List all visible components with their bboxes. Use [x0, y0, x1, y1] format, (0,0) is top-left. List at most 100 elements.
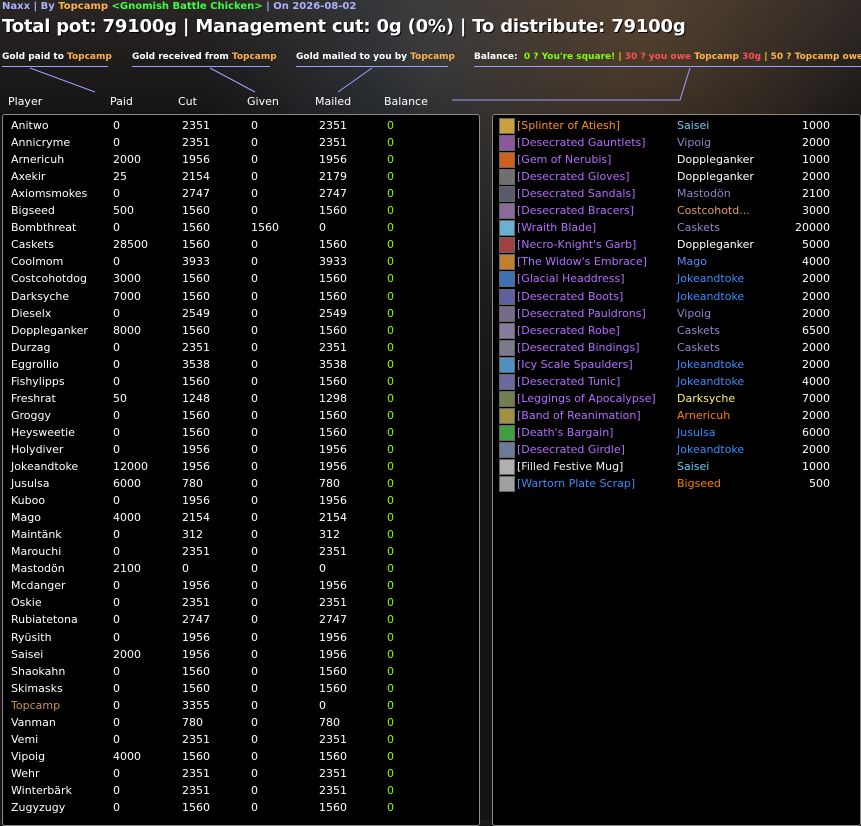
item-link[interactable]: [Desecrated Robe]	[517, 322, 620, 339]
item-link[interactable]: [Wartorn Plate Scrap]	[517, 475, 635, 492]
player-table[interactable]: Anitwo 0 2351 0 2351 0 Annicryme 0 2351 0 2351 0 Arn…	[2, 114, 480, 826]
player-row[interactable]: Coolmom 0 3933 0 3933 0	[3, 253, 473, 270]
player-row[interactable]: Heysweetie 0 1560 0 1560 0	[3, 424, 473, 441]
item-link[interactable]: [Splinter of Atiesh]	[517, 117, 620, 134]
player-row[interactable]: Rubiatetona 0 2747 0 2747 0	[3, 611, 473, 628]
player-cut: 2154	[182, 170, 210, 184]
player-row[interactable]: Mcdanger 0 1956 0 1956 0	[3, 577, 473, 594]
item-winner: Caskets	[677, 323, 720, 337]
item-link[interactable]: [Desecrated Pauldrons]	[517, 305, 646, 322]
item-link[interactable]: [Desecrated Bracers]	[517, 202, 634, 219]
player-row[interactable]: Fishylipps 0 1560 0 1560 0	[3, 373, 473, 390]
loot-row[interactable]: [Desecrated Bindings] Caskets 2000	[493, 339, 858, 356]
player-row[interactable]: Maintänk 0 312 0 312 0	[3, 526, 473, 543]
player-row[interactable]: Ryüsith 0 1956 0 1956 0	[3, 629, 473, 646]
loot-row[interactable]: [Gem of Nerubis] Doppleganker 1000	[493, 151, 858, 169]
player-cut: 2549	[182, 306, 210, 320]
loot-row[interactable]: [Leggings of Apocalypse] Darksyche 7000	[493, 390, 858, 407]
player-mailed: 2351	[319, 545, 347, 559]
loot-table[interactable]: [Splinter of Atiesh] Saisei 1000 [Desecrate…	[492, 114, 861, 826]
player-row[interactable]: Saisei 2000 1956 0 1956 0	[3, 646, 473, 663]
loot-row[interactable]: [Filled Festive Mug] Saisei 1000	[493, 458, 858, 475]
player-balance: 0	[387, 374, 394, 388]
item-price: 4000	[802, 374, 830, 388]
item-link[interactable]: [Icy Scale Spaulders]	[517, 356, 633, 373]
player-row[interactable]: Mastodön 2100 0 0 0 0	[3, 560, 473, 577]
item-link[interactable]: [Desecrated Gloves]	[517, 168, 630, 185]
loot-row[interactable]: [Wraith Blade] Caskets 20000	[493, 219, 858, 237]
item-link[interactable]: [Desecrated Boots]	[517, 288, 623, 305]
loot-row[interactable]: [Wartorn Plate Scrap] Bigseed 500	[493, 475, 858, 493]
player-row[interactable]: Jusulsa 6000 780 0 780 0	[3, 475, 473, 492]
item-link[interactable]: [Desecrated Gauntlets]	[517, 134, 646, 151]
col-balance: Balance	[384, 95, 428, 108]
item-link[interactable]: [Wraith Blade]	[517, 219, 596, 236]
player-row[interactable]: Costcohotdog 3000 1560 0 1560 0	[3, 270, 473, 287]
loot-row[interactable]: [Desecrated Pauldrons] Vipoig 2000	[493, 305, 858, 322]
player-row[interactable]: Skimasks 0 1560 0 1560 0	[3, 680, 473, 697]
player-given: 0	[251, 204, 258, 218]
player-row[interactable]: Vemi 0 2351 0 2351 0	[3, 731, 473, 748]
player-row[interactable]: Darksyche 7000 1560 0 1560 0	[3, 288, 473, 305]
item-link[interactable]: [Necro-Knight's Garb]	[517, 236, 636, 253]
player-row[interactable]: Caskets 28500 1560 0 1560 0	[3, 236, 473, 253]
loot-row[interactable]: [Desecrated Gloves] Doppleganker 2000	[493, 168, 858, 186]
player-row[interactable]: Freshrat 50 1248 0 1298 0	[3, 390, 473, 407]
item-link[interactable]: [Leggings of Apocalypse]	[517, 390, 656, 407]
player-paid: 12000	[113, 460, 148, 473]
player-row[interactable]: Vipoig 4000 1560 0 1560 0	[3, 748, 473, 765]
loot-row[interactable]: [The Widow's Embrace] Mago 4000	[493, 253, 858, 271]
item-icon	[499, 373, 515, 390]
item-link[interactable]: [Death's Bargain]	[517, 424, 613, 441]
loot-row[interactable]: [Necro-Knight's Garb] Doppleganker 5000	[493, 236, 858, 254]
player-row[interactable]: Dieselx 0 2549 0 2549 0	[3, 305, 473, 322]
player-row[interactable]: Kuboo 0 1956 0 1956 0	[3, 492, 473, 509]
player-paid: 0	[113, 801, 120, 814]
player-row[interactable]: Annicryme 0 2351 0 2351 0	[3, 134, 473, 151]
item-link[interactable]: [The Widow's Embrace]	[517, 253, 647, 270]
loot-row[interactable]: [Desecrated Bracers] Costcohotd... 3000	[493, 202, 858, 220]
loot-row[interactable]: [Icy Scale Spaulders] Jokeandtoke 2000	[493, 356, 858, 373]
item-link[interactable]: [Desecrated Sandals]	[517, 185, 635, 202]
item-link[interactable]: [Gem of Nerubis]	[517, 151, 611, 168]
loot-row[interactable]: [Desecrated Robe] Caskets 6500	[493, 322, 858, 339]
player-row[interactable]: Axekir 25 2154 0 2179 0	[3, 168, 473, 185]
player-row[interactable]: Arnericuh 2000 1956 0 1956 0	[3, 151, 473, 168]
loot-row[interactable]: [Desecrated Girdle] Jokeandtoke 2000	[493, 441, 858, 458]
player-row[interactable]: Mago 4000 2154 0 2154 0	[3, 509, 473, 526]
loot-row[interactable]: [Desecrated Tunic] Jokeandtoke 4000	[493, 373, 858, 390]
item-link[interactable]: [Glacial Headdress]	[517, 270, 625, 287]
player-row[interactable]: Anitwo 0 2351 0 2351 0	[3, 117, 473, 134]
player-row[interactable]: Bombthreat 0 1560 1560 0 0	[3, 219, 473, 236]
loot-row[interactable]: [Splinter of Atiesh] Saisei 1000	[493, 117, 858, 134]
player-row[interactable]: Marouchi 0 2351 0 2351 0	[3, 543, 473, 560]
player-row[interactable]: Shaokahn 0 1560 0 1560 0	[3, 663, 473, 680]
item-link[interactable]: [Desecrated Tunic]	[517, 373, 620, 390]
player-row[interactable]: Durzag 0 2351 0 2351 0	[3, 339, 473, 356]
loot-row[interactable]: [Glacial Headdress] Jokeandtoke 2000	[493, 270, 858, 288]
player-paid: 0	[113, 408, 120, 422]
item-link[interactable]: [Band of Reanimation]	[517, 407, 641, 424]
player-row[interactable]: Oskie 0 2351 0 2351 0	[3, 594, 473, 611]
loot-row[interactable]: [Desecrated Sandals] Mastodön 2100	[493, 185, 858, 203]
player-mailed: 1560	[319, 323, 347, 337]
loot-row[interactable]: [Death's Bargain] Jusulsa 6000	[493, 424, 858, 441]
item-link[interactable]: [Filled Festive Mug]	[517, 458, 623, 475]
player-row[interactable]: Bigseed 500 1560 0 1560 0	[3, 202, 473, 219]
loot-row[interactable]: [Desecrated Gauntlets] Vipoig 2000	[493, 134, 858, 152]
item-link[interactable]: [Desecrated Girdle]	[517, 441, 625, 458]
player-row[interactable]: Doppleganker 8000 1560 0 1560 0	[3, 322, 473, 339]
player-row[interactable]: Winterbärk 0 2351 0 2351 0	[3, 782, 473, 799]
player-row[interactable]: Wehr 0 2351 0 2351 0	[3, 765, 473, 782]
player-row[interactable]: Vanman 0 780 0 780 0	[3, 714, 473, 731]
player-row[interactable]: Topcamp 0 3355 0 0 0	[3, 697, 473, 714]
loot-row[interactable]: [Desecrated Boots] Jokeandtoke 2000	[493, 288, 858, 305]
player-row[interactable]: Holydiver 0 1956 0 1956 0	[3, 441, 473, 458]
player-row[interactable]: Zugyzugy 0 1560 0 1560 0	[3, 799, 473, 816]
loot-row[interactable]: [Band of Reanimation] Arnericuh 2000	[493, 407, 858, 424]
player-row[interactable]: Jokeandtoke 12000 1956 0 1956 0	[3, 458, 473, 475]
player-row[interactable]: Eggrollio 0 3538 0 3538 0	[3, 356, 473, 373]
item-link[interactable]: [Desecrated Bindings]	[517, 339, 640, 356]
player-row[interactable]: Axiomsmokes 0 2747 0 2747 0	[3, 185, 473, 202]
player-row[interactable]: Groggy 0 1560 0 1560 0	[3, 407, 473, 424]
